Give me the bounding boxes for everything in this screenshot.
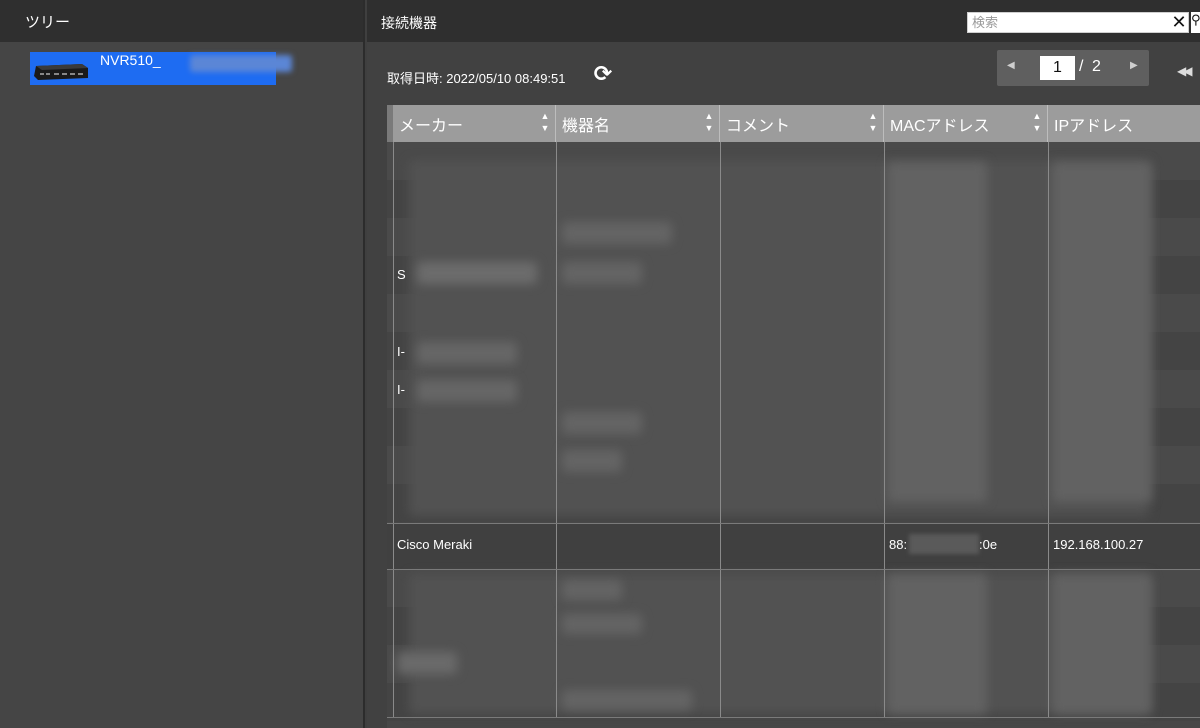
tree-panel: ツリー NVR510_ <box>0 0 365 728</box>
search-icon[interactable]: ⚲ <box>1191 12 1200 33</box>
refresh-icon[interactable]: ⟳ <box>591 62 615 86</box>
devices-table: メーカー ▲ ▼ 機器名 ▲ ▼ コメント ▲ ▼ MACアドレス ▲ ▼ IPアドレス… <box>387 105 1200 728</box>
pager-total: 2 <box>1092 58 1101 75</box>
redacted-text <box>417 380 517 402</box>
maker-cell-partial: I- <box>397 344 405 359</box>
redacted-mac <box>909 534 979 554</box>
panel-title: 接続機器 <box>381 15 437 31</box>
router-icon <box>34 64 88 80</box>
mac-cell-prefix: 88: <box>889 537 908 552</box>
sort-icon[interactable]: ▲ ▼ <box>868 110 878 136</box>
column-label: 機器名 <box>562 117 611 135</box>
grid-line <box>556 142 557 717</box>
column-label: コメント <box>726 117 791 135</box>
tree-title: ツリー <box>25 13 71 31</box>
grid-line <box>393 142 394 717</box>
page-number-input[interactable] <box>1040 56 1075 80</box>
redacted-text <box>562 262 642 284</box>
table-body: S I- I- Cisco Meraki 88: :0e 192.168.100… <box>387 142 1200 728</box>
redacted-rows <box>409 574 1149 714</box>
grid-line <box>720 142 721 717</box>
redacted-text <box>417 342 517 364</box>
grid-line <box>1048 142 1049 717</box>
maker-cell-partial: S <box>397 267 406 282</box>
redacted-text <box>562 690 692 710</box>
redacted-text <box>562 222 672 244</box>
redacted-text <box>562 614 642 634</box>
maker-cell-partial: I- <box>397 382 405 397</box>
pager: ◀ / 2 ▶ <box>997 50 1149 86</box>
ip-cell: 192.168.100.27 <box>1053 537 1144 552</box>
sort-icon[interactable]: ▲ ▼ <box>540 110 550 136</box>
table-row-cisco-meraki[interactable]: Cisco Meraki 88: :0e 192.168.100.27 <box>387 523 1200 569</box>
redacted-text <box>562 580 622 600</box>
double-left-icon[interactable]: ◀◀ <box>1177 64 1193 78</box>
redacted-text <box>190 55 292 72</box>
column-header-comment[interactable]: コメント ▲ ▼ <box>720 105 884 142</box>
column-header-maker[interactable]: メーカー ▲ ▼ <box>393 105 556 142</box>
tree-node-label: NVR510_ <box>100 52 161 68</box>
grid-line <box>387 569 1200 570</box>
sort-icon[interactable]: ▲ ▼ <box>704 110 714 136</box>
redacted-text <box>417 262 537 284</box>
redacted-text <box>562 450 622 472</box>
redacted-mac-column <box>887 574 987 714</box>
redacted-text <box>397 652 457 674</box>
column-header-device-name[interactable]: 機器名 ▲ ▼ <box>556 105 720 142</box>
triangle-left-icon[interactable]: ◀ <box>1007 60 1015 71</box>
column-header-mac[interactable]: MACアドレス ▲ ▼ <box>884 105 1048 142</box>
column-header-ip[interactable]: IPアドレス ▲▼ <box>1048 105 1200 142</box>
redacted-ip-column <box>1052 574 1152 714</box>
sort-icon[interactable]: ▲ ▼ <box>1032 110 1042 136</box>
column-label: メーカー <box>399 117 464 135</box>
redacted-text <box>562 412 642 434</box>
column-label: IPアドレス <box>1054 117 1134 135</box>
mac-cell-suffix: :0e <box>979 537 998 552</box>
search-input[interactable] <box>967 12 1189 33</box>
grid-line <box>884 142 885 717</box>
pager-separator: / <box>1079 58 1084 75</box>
grid-line <box>387 523 1200 524</box>
tree-header: ツリー <box>0 0 363 42</box>
table-header: メーカー ▲ ▼ 機器名 ▲ ▼ コメント ▲ ▼ MACアドレス ▲ ▼ IPアドレス… <box>387 105 1200 142</box>
main-panel: 接続機器 ✕ ⚲ 取得日時: 2022/05/10 08:49:51 ⟳ ◀ /… <box>367 0 1200 728</box>
main-header: 接続機器 ✕ ⚲ <box>367 0 1200 42</box>
column-label: MACアドレス <box>890 117 990 135</box>
tree-node-router[interactable]: NVR510_ <box>30 52 292 85</box>
close-icon[interactable]: ✕ <box>1169 12 1189 33</box>
redacted-mac-column <box>887 162 987 502</box>
redacted-ip-column <box>1052 162 1152 502</box>
maker-cell: Cisco Meraki <box>397 537 473 552</box>
grid-line <box>387 717 1200 718</box>
fetch-time-label: 取得日時: 2022/05/10 08:49:51 <box>387 71 566 86</box>
redacted-rows <box>409 160 1149 516</box>
triangle-right-icon[interactable]: ▶ <box>1130 60 1138 71</box>
